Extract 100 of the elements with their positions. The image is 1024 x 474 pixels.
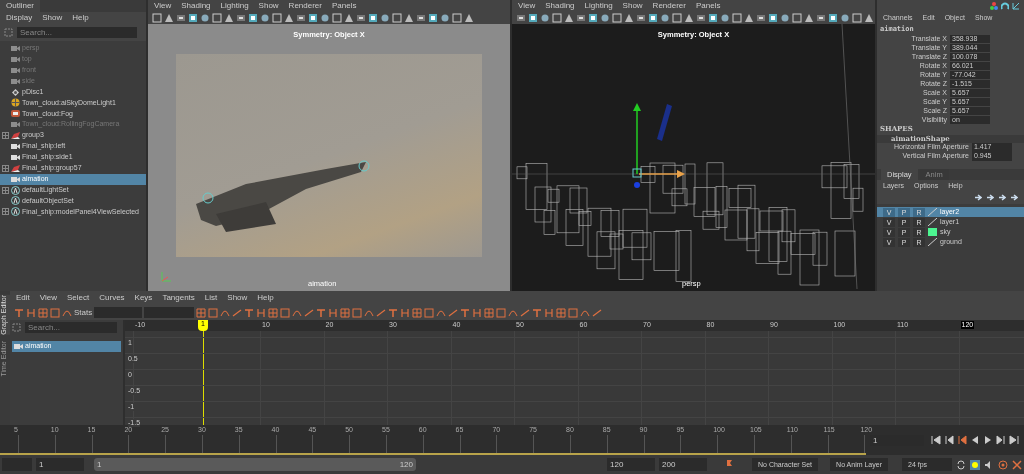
menu-item[interactable]: Shading xyxy=(181,1,211,11)
go-to-start-icon[interactable] xyxy=(931,435,941,445)
expand-icon[interactable] xyxy=(2,208,9,216)
menu-item[interactable]: Help xyxy=(72,13,89,23)
target-icon[interactable] xyxy=(998,459,1008,470)
layer-arrow-icon[interactable] xyxy=(1010,194,1018,202)
group-icon xyxy=(11,163,20,173)
toolbar-icon[interactable] xyxy=(816,13,826,23)
menu-item[interactable]: Renderer xyxy=(288,1,322,11)
menu-item[interactable]: Lighting xyxy=(584,1,613,11)
menu-item[interactable]: Edit xyxy=(16,293,30,303)
expand-icon[interactable] xyxy=(2,186,9,194)
menu-item[interactable]: Keys xyxy=(134,293,153,303)
menu-item[interactable]: Show xyxy=(258,1,279,11)
menu-item[interactable]: Display xyxy=(6,13,33,23)
play-backward-icon[interactable] xyxy=(970,435,980,445)
diagonal-line-icon[interactable] xyxy=(928,238,937,247)
toolbar-icon[interactable] xyxy=(368,13,378,23)
toolbar-icon[interactable] xyxy=(416,13,426,23)
auto-key-icon[interactable] xyxy=(970,459,980,470)
set-icon xyxy=(11,207,20,217)
step-back-icon[interactable] xyxy=(944,435,954,445)
go-to-end-icon[interactable] xyxy=(1009,435,1019,445)
toolbar-icon[interactable] xyxy=(828,13,838,23)
layer-arrow-icon[interactable] xyxy=(986,194,994,202)
camera-icon xyxy=(11,152,20,162)
loop-icon[interactable] xyxy=(956,459,966,470)
toolbar-icon[interactable] xyxy=(576,13,586,23)
camera-icon xyxy=(11,54,20,64)
camera-icon xyxy=(11,141,20,151)
node-icon[interactable] xyxy=(990,2,998,10)
menu-item[interactable]: Curves xyxy=(99,293,125,303)
menu-item[interactable]: View xyxy=(518,1,536,11)
play-forward-icon[interactable] xyxy=(983,435,993,445)
outliner-tab[interactable]: Outliner xyxy=(0,0,40,12)
axis-gizmo-icon xyxy=(160,269,174,283)
set-icon xyxy=(11,185,20,195)
expand-icon[interactable] xyxy=(2,132,9,140)
menu-item[interactable]: View xyxy=(154,1,172,11)
toolbar-icon[interactable] xyxy=(188,13,198,23)
toolbar-icon[interactable] xyxy=(236,13,246,23)
fog-icon xyxy=(11,109,20,119)
menu-item[interactable]: Panels xyxy=(331,1,357,11)
camera-icon xyxy=(11,76,20,86)
stats-label: Stats xyxy=(74,307,93,318)
toolbar-icon[interactable] xyxy=(248,13,258,23)
previous-key-icon[interactable] xyxy=(957,435,967,445)
expand-icon[interactable] xyxy=(2,164,9,172)
start-field[interactable]: 1 xyxy=(36,458,84,471)
toolbar-icon[interactable] xyxy=(356,13,366,23)
menu-item[interactable]: Panels xyxy=(695,1,721,11)
layer-arrow-icon[interactable] xyxy=(998,194,1006,202)
set-icon xyxy=(11,196,20,206)
menu-item[interactable]: Tangents xyxy=(162,293,195,303)
toolbar-icon[interactable] xyxy=(308,13,318,23)
toolbar-icon[interactable] xyxy=(296,13,306,23)
stats-field[interactable] xyxy=(144,307,195,318)
next-key-icon[interactable] xyxy=(996,435,1006,445)
light-icon xyxy=(11,98,20,108)
toolbar-icon[interactable] xyxy=(708,13,718,23)
toolbar-icon[interactable] xyxy=(696,13,706,23)
menu-item[interactable]: Select xyxy=(67,293,90,303)
menu-item[interactable]: Lighting xyxy=(220,1,249,11)
stats-field[interactable] xyxy=(94,307,143,318)
toolbar-icon[interactable] xyxy=(428,13,438,23)
end-field[interactable]: 120 xyxy=(607,458,655,471)
search-field[interactable]: Search... xyxy=(17,27,137,38)
toolbar-icon[interactable] xyxy=(528,13,538,23)
menu-item[interactable]: View xyxy=(39,293,57,303)
toolbar-icon[interactable] xyxy=(768,13,778,23)
max-field[interactable]: 200 xyxy=(659,458,707,471)
slider-end-label: 120 xyxy=(399,459,413,470)
menu-item[interactable]: Show xyxy=(227,293,248,303)
color-swatch[interactable] xyxy=(928,228,937,237)
toolbar-icon[interactable] xyxy=(588,13,598,23)
range-slider[interactable]: 1 120 xyxy=(94,458,416,471)
toolbar-icon[interactable] xyxy=(648,13,658,23)
menu-item[interactable]: Show xyxy=(42,13,63,23)
group-icon xyxy=(11,131,20,141)
arc-icon[interactable] xyxy=(1001,2,1009,10)
menu-item[interactable]: Renderer xyxy=(652,1,686,11)
slash-icon[interactable] xyxy=(1012,2,1020,10)
toolbar-icon[interactable] xyxy=(636,13,646,23)
toolbar-icon[interactable] xyxy=(756,13,766,23)
toolbar-icon[interactable] xyxy=(176,13,186,23)
camera-icon xyxy=(11,174,20,184)
camera-icon xyxy=(11,43,20,53)
camera-icon xyxy=(14,341,23,351)
cross-icon[interactable] xyxy=(1012,459,1022,470)
camera-icon xyxy=(11,65,20,75)
search-field[interactable]: Search... xyxy=(25,322,117,333)
menu-item[interactable]: List xyxy=(204,293,218,303)
toolbar-icon[interactable] xyxy=(516,13,526,23)
menu-item[interactable]: Shading xyxy=(545,1,575,11)
layer-arrow-icon[interactable] xyxy=(974,194,982,202)
diagonal-line-icon[interactable] xyxy=(928,218,937,227)
menu-item[interactable]: Help xyxy=(257,293,274,303)
mesh-icon xyxy=(11,87,20,97)
menu-item[interactable]: Show xyxy=(622,1,643,11)
slider-start-label: 1 xyxy=(97,459,102,470)
